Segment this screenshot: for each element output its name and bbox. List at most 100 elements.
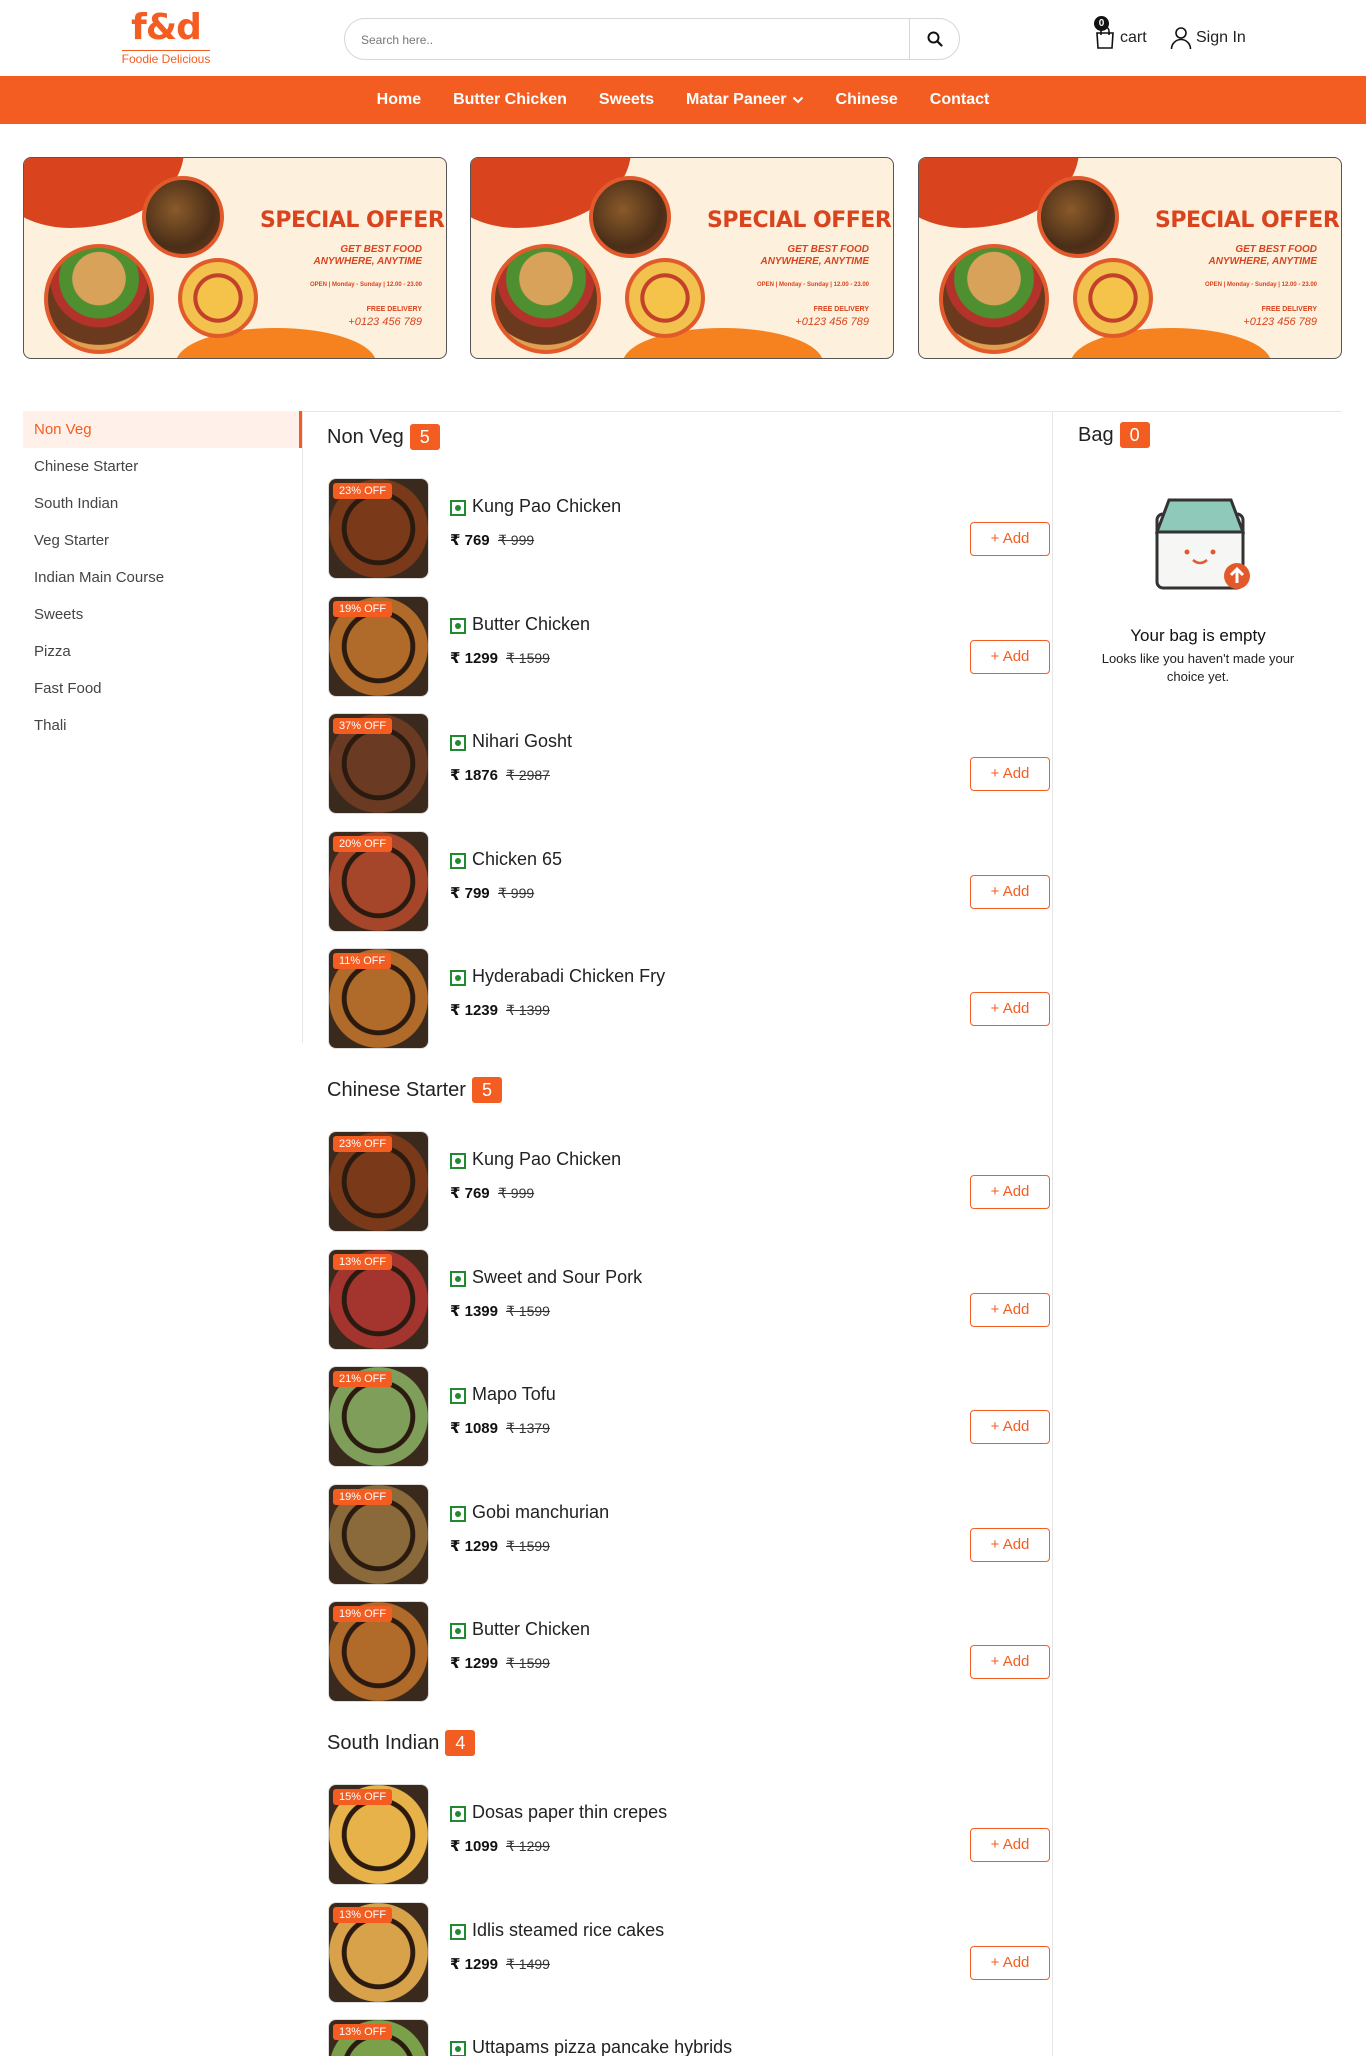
special-offer-banner[interactable]: SPECIAL OFFER GET BEST FOOD ANYWHERE, ANY… <box>470 157 894 359</box>
food-thumbnail[interactable]: 13% OFF <box>328 1248 429 1350</box>
add-to-bag-button[interactable]: + Add <box>970 1410 1050 1444</box>
special-offer-banner[interactable]: SPECIAL OFFER GET BEST FOOD ANYWHERE, ANY… <box>23 157 447 359</box>
category-indian-main-course[interactable]: Indian Main Course <box>23 559 302 596</box>
banner-title: SPECIAL OFFER <box>1155 208 1340 233</box>
nav-item-chinese[interactable]: Chinese <box>836 91 898 109</box>
category-chinese-starter[interactable]: Chinese Starter <box>23 448 302 485</box>
menu-item: 19% OFF Butter Chicken ₹ 1299 ₹ 1599 + Add <box>328 1601 1050 1703</box>
add-to-bag-button[interactable]: + Add <box>970 639 1050 674</box>
nav-item-sweets[interactable]: Sweets <box>599 91 654 109</box>
signin-button[interactable]: Sign In <box>1170 24 1246 52</box>
discount-badge: 19% OFF <box>333 600 393 617</box>
banner-title: SPECIAL OFFER <box>707 208 892 233</box>
category-thali[interactable]: Thali <box>23 707 302 744</box>
category-pizza[interactable]: Pizza <box>23 633 302 670</box>
bag-empty-text: Looks like you haven't made your choice … <box>1101 651 1295 684</box>
category-south-indian[interactable]: South Indian <box>23 485 302 522</box>
food-type-indicator-icon <box>450 1923 466 1940</box>
discount-badge: 15% OFF <box>333 1789 393 1805</box>
menu-item: 19% OFF Butter Chicken ₹ 1299 ₹ 1599 + Add <box>328 595 1050 698</box>
food-type-indicator-icon <box>450 617 466 634</box>
dish-image <box>589 176 671 258</box>
special-offer-banner[interactable]: SPECIAL OFFER GET BEST FOOD ANYWHERE, ANY… <box>918 157 1342 359</box>
menu-item: 20% OFF Chicken 65 ₹ 799 ₹ 999 + Add <box>328 830 1050 933</box>
main-nav: Home Butter Chicken Sweets Matar Paneer … <box>0 76 1366 124</box>
food-type-indicator-icon <box>450 1153 466 1169</box>
search-input[interactable] <box>361 29 901 51</box>
banner-hours: OPEN | Monday - Sunday | 12.00 - 23.00 <box>309 282 422 288</box>
food-thumbnail[interactable]: 19% OFF <box>328 595 429 697</box>
banner-title: SPECIAL OFFER <box>260 208 445 233</box>
food-thumbnail[interactable]: 23% OFF <box>328 1131 429 1232</box>
banner-phone: +0123 456 789 <box>795 316 869 328</box>
discount-badge: 20% OFF <box>333 835 393 852</box>
menu-item: 11% OFF Hyderabadi Chicken Fry ₹ 1239 ₹ 139… <box>328 948 1050 1050</box>
logo-tagline: Foodie Delicious <box>121 50 211 66</box>
add-to-bag-button[interactable]: + Add <box>970 1945 1050 1980</box>
category-veg-starter[interactable]: Veg Starter <box>23 522 302 559</box>
nav-label: Butter Chicken <box>453 91 567 108</box>
discount-badge: 21% OFF <box>333 1371 393 1387</box>
menu-item: 23% OFF Kung Pao Chicken ₹ 769 ₹ 999 + Add <box>328 478 1050 580</box>
nav-item-butter-chicken[interactable]: Butter Chicken <box>453 91 567 109</box>
food-thumbnail[interactable]: 19% OFF <box>328 1483 429 1585</box>
food-thumbnail[interactable]: 13% OFF <box>328 2019 429 2056</box>
item-name: Uttapams pizza pancake hybrids <box>472 2037 733 2056</box>
food-thumbnail[interactable]: 23% OFF <box>328 478 429 579</box>
item-price: ₹ 1399 <box>450 1302 498 1320</box>
add-to-bag-button[interactable]: + Add <box>970 1828 1050 1862</box>
nav-label: Home <box>376 91 422 108</box>
bag-panel: Bag 0 Your bag is empty Looks like you h… <box>1052 411 1342 2056</box>
discount-badge: 11% OFF <box>333 953 392 969</box>
banner-hours: OPEN | Monday - Sunday | 12.00 - 23.00 <box>1204 282 1317 288</box>
nav-item-contact[interactable]: Contact <box>930 91 990 109</box>
cart-button[interactable]: 0 cart <box>1094 16 1147 52</box>
nav-item-matar-paneer[interactable]: Matar Paneer <box>686 91 804 109</box>
food-thumbnail[interactable]: 15% OFF <box>328 1784 429 1885</box>
dish-image <box>142 176 224 258</box>
add-to-bag-button[interactable]: + Add <box>970 1645 1050 1679</box>
item-original-price: ₹ 1599 <box>506 1537 550 1554</box>
category-fast-food[interactable]: Fast Food <box>23 670 302 707</box>
menu-item: 37% OFF Nihari Gosht ₹ 1876 ₹ 2987 + Add <box>328 713 1050 815</box>
food-type-indicator-icon <box>450 500 466 516</box>
item-price: ₹ 1299 <box>450 1655 498 1672</box>
item-name: Nihari Gosht <box>472 731 573 751</box>
food-thumbnail[interactable]: 11% OFF <box>328 948 429 1049</box>
add-to-bag-button[interactable]: + Add <box>970 757 1050 791</box>
item-original-price: ₹ 999 <box>498 884 535 901</box>
food-thumbnail[interactable]: 19% OFF <box>328 1601 429 1702</box>
food-thumbnail[interactable]: 13% OFF <box>328 1901 429 2003</box>
food-thumbnail[interactable]: 37% OFF <box>328 713 429 814</box>
category-sweets[interactable]: Sweets <box>23 596 302 633</box>
menu-item: 15% OFF Dosas paper thin crepes ₹ 1099 ₹ 12… <box>328 1784 1050 1886</box>
category-non-veg[interactable]: Non Veg <box>23 411 302 448</box>
item-name: Dosas paper thin crepes <box>472 1802 668 1822</box>
section-heading: Non Veg 5 <box>327 424 440 450</box>
add-to-bag-button[interactable]: + Add <box>970 874 1050 909</box>
add-to-bag-button[interactable]: + Add <box>970 1292 1050 1327</box>
logo[interactable]: f&d Foodie Delicious <box>118 6 214 68</box>
section-heading: South Indian 4 <box>327 1730 476 1756</box>
add-to-bag-button[interactable]: + Add <box>970 1175 1050 1209</box>
add-to-bag-button[interactable]: + Add <box>970 1527 1050 1562</box>
add-to-bag-button[interactable]: + Add <box>970 992 1050 1026</box>
food-thumbnail[interactable]: 20% OFF <box>328 830 429 932</box>
burger-image <box>44 244 154 354</box>
banner-subtitle: GET BEST FOOD ANYWHERE, ANYTIME <box>313 244 422 267</box>
item-price: ₹ 1299 <box>450 649 498 667</box>
discount-badge: 13% OFF <box>333 1253 393 1270</box>
item-price: ₹ 1299 <box>450 1955 498 1973</box>
search-button[interactable] <box>909 19 959 59</box>
add-to-bag-button[interactable]: + Add <box>970 522 1050 556</box>
item-name: Butter Chicken <box>472 613 591 634</box>
nav-item-home[interactable]: Home <box>377 91 421 109</box>
item-price: ₹ 769 <box>450 1185 490 1202</box>
banner-subtitle: GET BEST FOOD ANYWHERE, ANYTIME <box>1208 244 1317 267</box>
bag-header: Bag 0 <box>1078 422 1150 448</box>
item-price: ₹ 1876 <box>450 767 498 784</box>
item-original-price: ₹ 1379 <box>506 1420 550 1436</box>
food-thumbnail[interactable]: 21% OFF <box>328 1366 429 1467</box>
banner-subtitle: GET BEST FOOD ANYWHERE, ANYTIME <box>760 244 869 267</box>
bag-title: Bag <box>1078 423 1114 446</box>
